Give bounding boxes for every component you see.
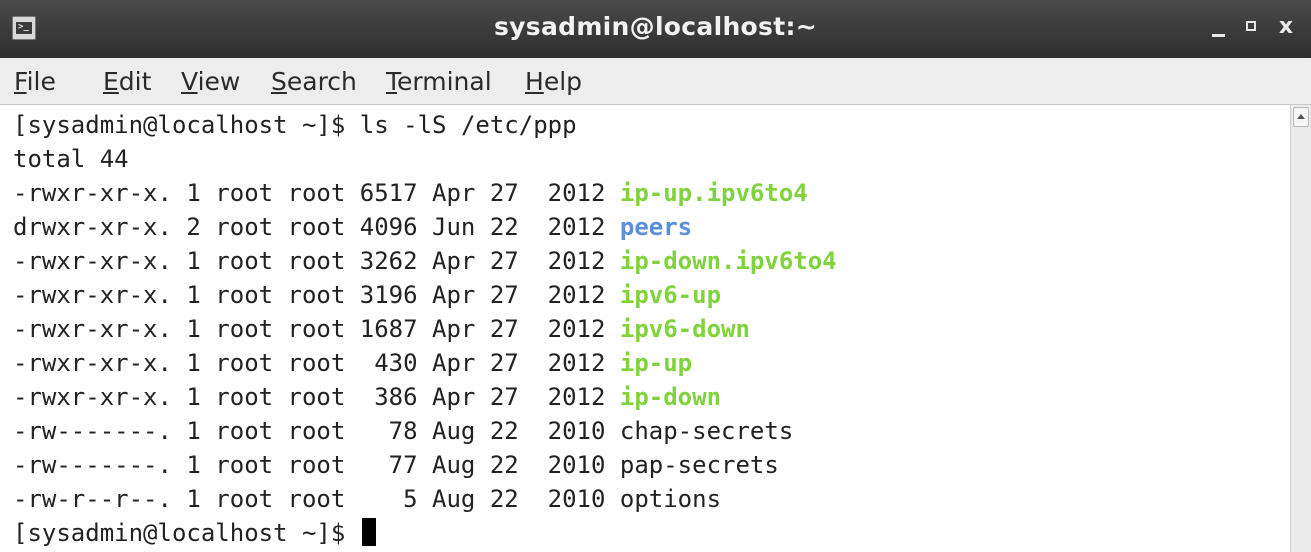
menu-bar: File Edit View Search Terminal Help — [0, 58, 1311, 105]
file-meta: -rwxr-xr-x. 1 root root 386 Apr 27 2012 — [13, 383, 606, 411]
file-name: ip-down — [619, 383, 722, 411]
window-title: sysadmin@localhost:~ — [494, 12, 817, 41]
file-meta: -rw-r--r--. 1 root root 5 Aug 22 2010 — [13, 485, 606, 513]
minimize-icon — [1212, 34, 1225, 37]
list-item: -rwxr-xr-x. 1 root root 1687 Apr 27 2012… — [13, 312, 750, 346]
file-meta: -rw-------. 1 root root 78 Aug 22 2010 — [13, 417, 606, 445]
close-button[interactable]: x — [1272, 12, 1300, 42]
command-text: ls -lS /etc/ppp — [359, 111, 577, 139]
file-name: ipv6-down — [619, 315, 750, 343]
minimize-button[interactable] — [1205, 12, 1233, 42]
file-meta: -rwxr-xr-x. 1 root root 1687 Apr 27 2012 — [13, 315, 606, 343]
menu-search-label: earch — [286, 67, 357, 96]
menu-help-mnemonic: H — [525, 67, 544, 96]
file-meta: -rwxr-xr-x. 1 root root 3196 Apr 27 2012 — [13, 281, 606, 309]
file-meta: -rwxr-xr-x. 1 root root 6517 Apr 27 2012 — [13, 179, 606, 207]
file-name: ipv6-up — [619, 281, 722, 309]
list-item: drwxr-xr-x. 2 root root 4096 Jun 22 2012… — [13, 210, 692, 244]
file-name: chap-secrets — [619, 417, 794, 445]
menu-edit-label: dit — [118, 67, 152, 96]
maximize-icon — [1246, 21, 1256, 31]
shell-prompt: [sysadmin@localhost ~]$ — [13, 111, 346, 139]
file-name: ip-up.ipv6to4 — [619, 179, 808, 207]
menu-terminal-label: erminal — [397, 67, 492, 96]
menu-terminal-mnemonic: T — [386, 67, 398, 96]
input-line[interactable]: [sysadmin@localhost ~]$ — [13, 516, 376, 550]
list-item: -rwxr-xr-x. 1 root root 430 Apr 27 2012 … — [13, 346, 692, 380]
shell-prompt: [sysadmin@localhost ~]$ — [13, 519, 346, 547]
scroll-up-arrow-icon[interactable] — [1293, 107, 1309, 127]
list-item: -rw-------. 1 root root 77 Aug 22 2010 p… — [13, 448, 779, 482]
file-name: options — [619, 485, 722, 513]
menu-view-label: iew — [197, 67, 241, 96]
list-item: -rwxr-xr-x. 1 root root 6517 Apr 27 2012… — [13, 176, 808, 210]
vertical-scrollbar[interactable] — [1290, 105, 1311, 552]
file-meta: -rwxr-xr-x. 1 root root 430 Apr 27 2012 — [13, 349, 606, 377]
menu-file-label: ile — [26, 67, 56, 96]
file-name: pap-secrets — [619, 451, 779, 479]
menu-edit[interactable]: Edit — [103, 67, 151, 96]
file-name: ip-down.ipv6to4 — [619, 247, 837, 275]
menu-help-label: elp — [543, 67, 583, 96]
title-bar[interactable]: >_ sysadmin@localhost:~ x — [0, 0, 1311, 59]
list-item: -rwxr-xr-x. 1 root root 386 Apr 27 2012 … — [13, 380, 721, 414]
file-meta: -rwxr-xr-x. 1 root root 3262 Apr 27 2012 — [13, 247, 606, 275]
list-item: -rw-r--r--. 1 root root 5 Aug 22 2010 op… — [13, 482, 721, 516]
file-meta: drwxr-xr-x. 2 root root 4096 Jun 22 2012 — [13, 213, 606, 241]
menu-view[interactable]: View — [181, 67, 240, 96]
file-meta: -rw-------. 1 root root 77 Aug 22 2010 — [13, 451, 606, 479]
text-cursor — [361, 518, 376, 546]
file-name: peers — [619, 213, 693, 241]
list-item: -rw-------. 1 root root 78 Aug 22 2010 c… — [13, 414, 793, 448]
menu-view-mnemonic: V — [181, 67, 198, 96]
terminal-window: >_ sysadmin@localhost:~ x File Edit View… — [0, 0, 1311, 552]
command-line: [sysadmin@localhost ~]$ ls -lS /etc/ppp — [13, 108, 577, 142]
menu-search[interactable]: Search — [271, 67, 357, 96]
menu-terminal[interactable]: Terminal — [386, 67, 492, 96]
menu-file[interactable]: File — [14, 67, 56, 96]
maximize-button[interactable] — [1238, 12, 1266, 42]
list-item: -rwxr-xr-x. 1 root root 3262 Apr 27 2012… — [13, 244, 837, 278]
total-line: total 44 — [13, 145, 129, 173]
menu-help[interactable]: Help — [525, 67, 582, 96]
terminal-output[interactable]: [sysadmin@localhost ~]$ ls -lS /etc/ppp … — [0, 105, 1290, 552]
list-item: -rwxr-xr-x. 1 root root 3196 Apr 27 2012… — [13, 278, 721, 312]
file-name: ip-up — [619, 349, 693, 377]
menu-edit-mnemonic: E — [103, 67, 119, 96]
menu-file-mnemonic: F — [14, 67, 27, 96]
menu-search-mnemonic: S — [271, 67, 287, 96]
